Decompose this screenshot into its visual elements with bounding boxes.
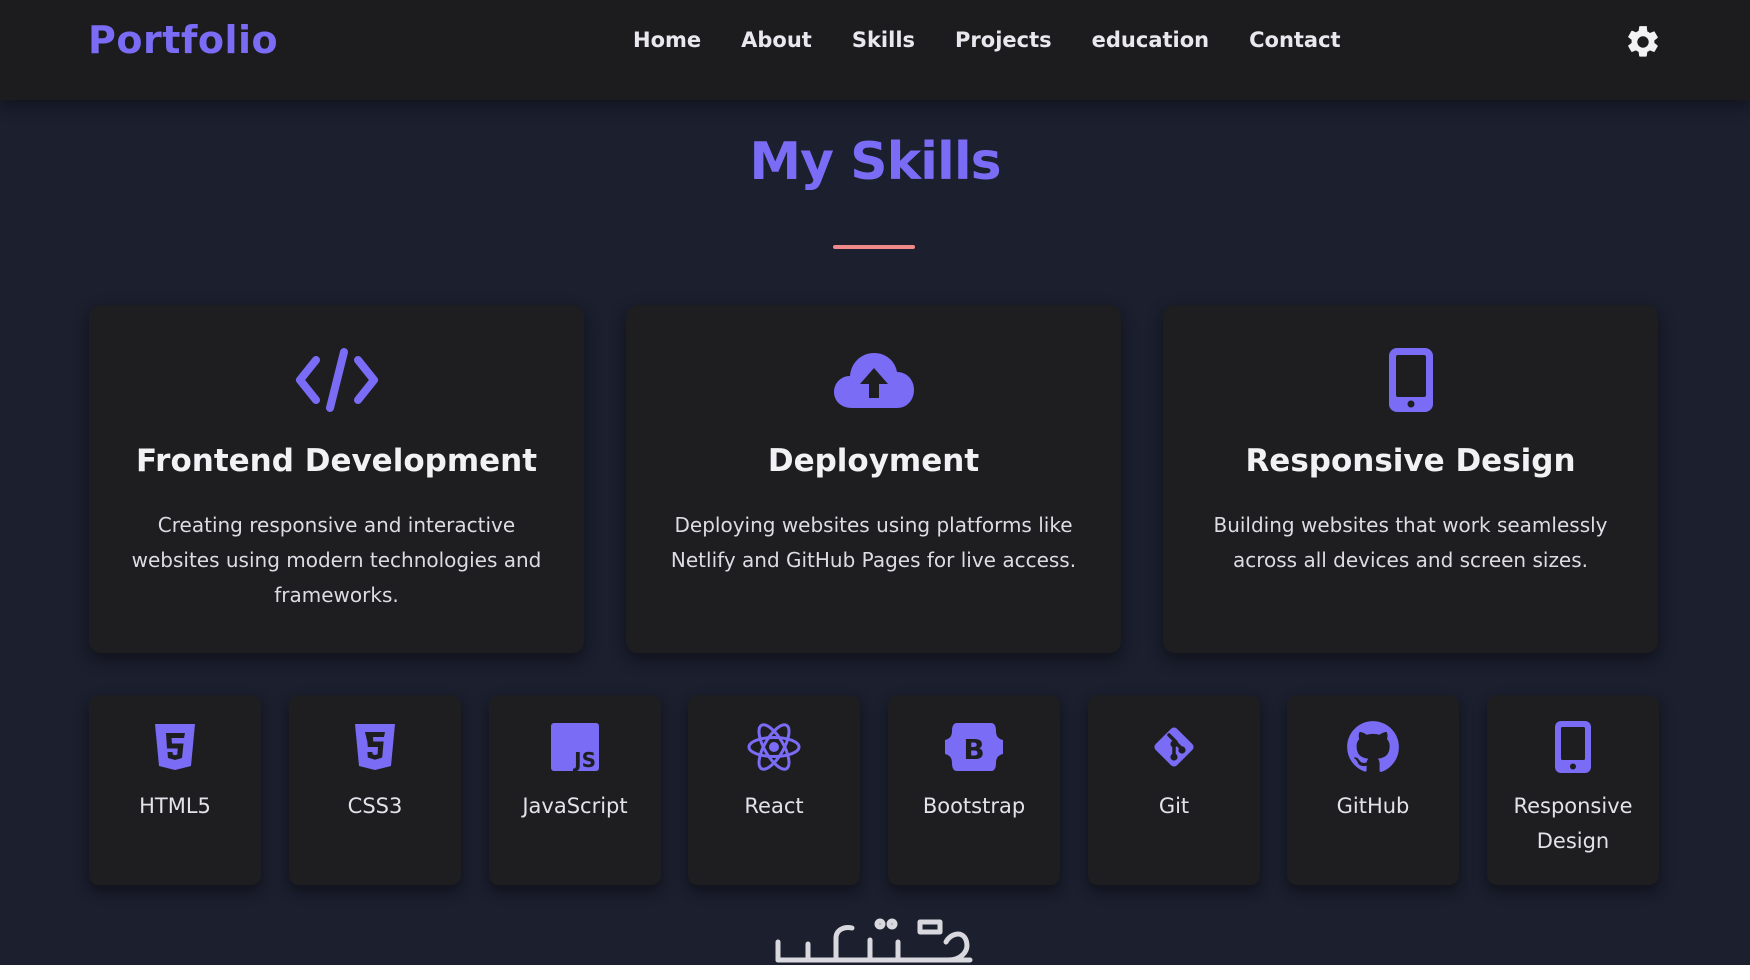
tech-label: CSS3 [347, 794, 403, 818]
tech-tile-bootstrap: B Bootstrap [888, 695, 1060, 885]
nav-link-projects[interactable]: Projects [955, 28, 1052, 52]
nav-link-about[interactable]: About [741, 28, 812, 52]
bootstrap-icon: B [888, 719, 1060, 775]
skill-card-deployment: Deployment Deploying websites using plat… [626, 305, 1121, 653]
gear-icon [1628, 26, 1658, 57]
card-description: Creating responsive and interactive webs… [131, 513, 542, 607]
svg-text:JS: JS [572, 748, 596, 771]
card-description: Building websites that work seamlessly a… [1213, 513, 1608, 572]
section-title: My Skills [749, 132, 1001, 192]
tech-tile-git: Git [1088, 695, 1260, 885]
code-icon [89, 345, 584, 415]
card-title: Deployment [767, 443, 980, 479]
page-viewport: Portfolio Home About Skills Projects edu… [0, 0, 1750, 965]
tech-tile-github: GitHub [1287, 695, 1459, 885]
tech-label: Bootstrap [922, 794, 1026, 818]
logo[interactable]: Portfolio [88, 18, 278, 62]
tech-tile-css3: CSS3 [289, 695, 461, 885]
watermark-logo [770, 912, 980, 965]
nav-links: Home About Skills Projects education Con… [633, 28, 1341, 52]
title-underline [833, 245, 915, 249]
navbar: Portfolio Home About Skills Projects edu… [0, 0, 1750, 100]
tech-tile-javascript: JS JavaScript [489, 695, 661, 885]
github-icon [1287, 719, 1459, 775]
tech-tile-react: React [688, 695, 860, 885]
tech-label: Responsive Design [1513, 794, 1633, 853]
tech-label: GitHub [1336, 794, 1410, 818]
nav-link-contact[interactable]: Contact [1249, 28, 1341, 52]
css3-icon [289, 719, 461, 775]
tech-label: JavaScript [522, 794, 628, 818]
card-title: Responsive Design [1245, 443, 1576, 479]
html5-icon [89, 719, 261, 775]
tech-tile-responsive: Responsive Design [1487, 695, 1659, 885]
git-icon [1088, 719, 1260, 775]
card-title: Frontend Development [135, 443, 538, 479]
skill-card-responsive: Responsive Design Building websites that… [1163, 305, 1658, 653]
cloud-upload-icon [626, 345, 1121, 415]
react-icon [688, 719, 860, 775]
nav-link-skills[interactable]: Skills [852, 28, 915, 52]
tech-label: HTML5 [139, 794, 211, 818]
nav-link-home[interactable]: Home [633, 28, 701, 52]
javascript-icon: JS [489, 719, 661, 775]
mobile-icon [1487, 719, 1659, 775]
mobile-icon [1163, 345, 1658, 415]
nav-link-education[interactable]: education [1092, 28, 1209, 52]
theme-toggle-button[interactable] [1622, 21, 1664, 63]
skill-card-frontend: Frontend Development Creating responsive… [89, 305, 584, 653]
tech-tile-html5: HTML5 [89, 695, 261, 885]
tech-label: Git [1158, 794, 1190, 818]
tech-label: React [744, 794, 804, 818]
svg-text:B: B [963, 733, 984, 766]
card-description: Deploying websites using platforms like … [670, 513, 1077, 572]
